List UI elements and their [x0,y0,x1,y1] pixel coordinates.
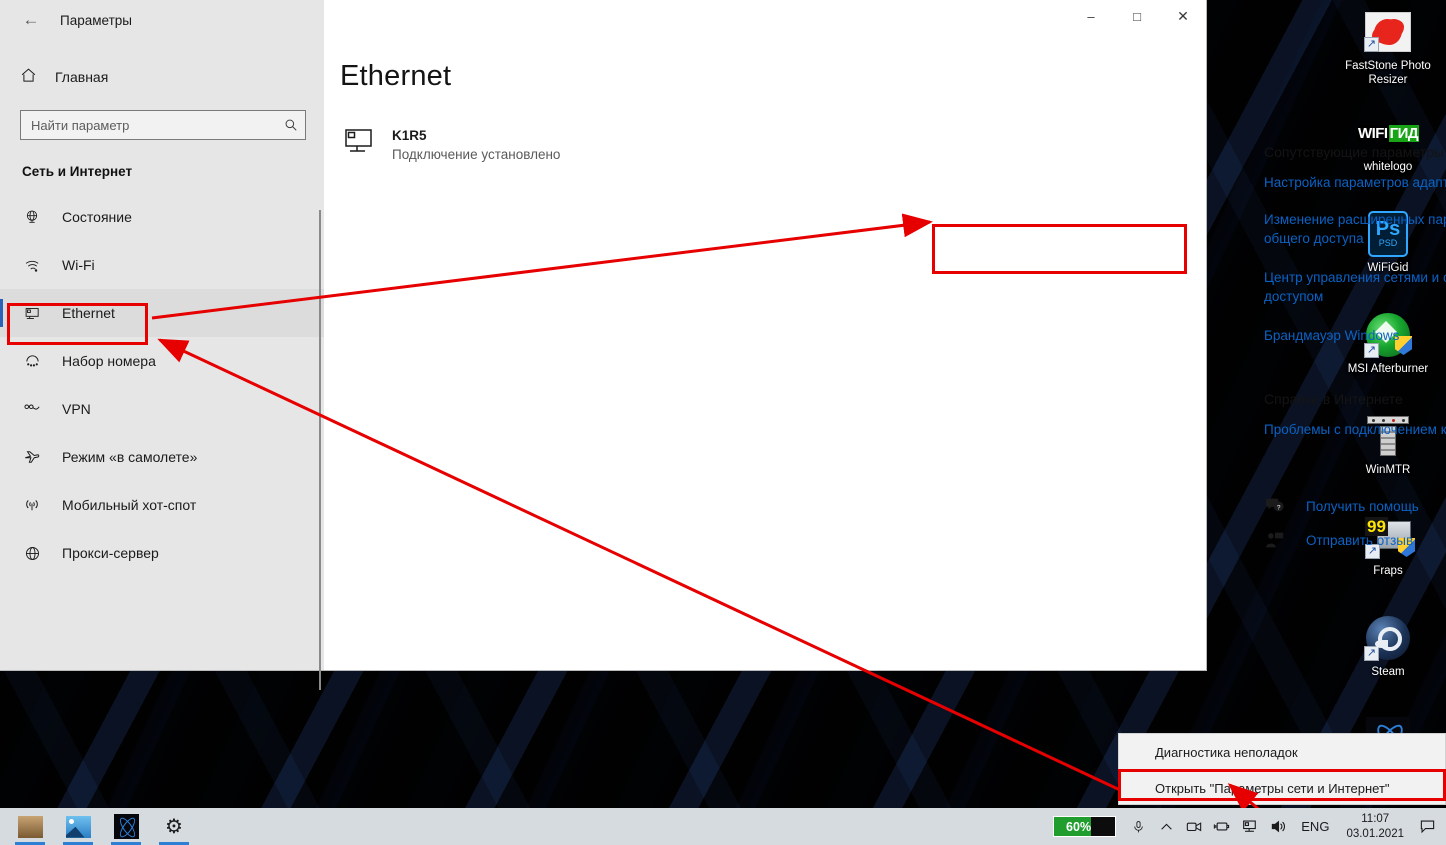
highlight-box-ethernet-item [7,303,148,345]
network-ethernet-icon[interactable] [1236,808,1264,845]
search-box[interactable] [20,110,306,140]
photos-taskbar-icon [65,814,91,839]
show-hidden-icons-chevron[interactable] [1152,808,1180,845]
vpn-icon [22,400,42,418]
battery-plug-icon[interactable] [1208,808,1236,845]
screen: ↗ FastStone Photo Resizer WIFI ГИД whitel… [0,0,1446,845]
wifi-icon [22,257,42,274]
settings-content: Ethernet K1R5 Подключение установлено Со… [324,40,1446,670]
question-bubble-icon: ? [1264,495,1286,517]
highlight-box-open-network-settings [1118,769,1446,801]
desktop-icon-label: FastStone Photo Resizer [1345,60,1431,86]
connection-name: K1R5 [392,128,427,143]
ethernet-monitor-icon [344,127,376,157]
action-get-help[interactable]: ? Получить помощь [1264,495,1446,517]
desktop-icon-faststone[interactable]: ↗ FastStone Photo Resizer [1331,2,1445,103]
sidebar-item-label: VPN [62,401,91,417]
sidebar-item-wifi[interactable]: Wi-Fi [0,241,324,289]
sidebar-item-label: Режим «в самолете» [62,449,198,465]
feedback-person-icon [1264,529,1286,551]
search-icon[interactable] [277,118,305,132]
link-network-sharing-center[interactable]: Центр управления сетями и общим доступом [1264,268,1446,306]
connection-status: Подключение установлено [392,147,561,162]
airplane-icon [22,448,42,466]
action-label: Получить помощь [1306,498,1419,514]
related-settings-pane: Сопутствующие параметры Настройка параме… [1264,144,1446,563]
taskbar-item-atom[interactable] [102,808,150,845]
sidebar-scrollbar[interactable] [319,210,321,690]
volume-icon[interactable] [1264,808,1292,845]
sidebar-item-label: Состояние [62,209,132,225]
sidebar-item-label: Набор номера [62,353,156,369]
steam-icon: ↗ [1364,614,1412,662]
faststone-photo-resizer-icon: ↗ [1364,8,1412,56]
faststone-taskbar-icon [17,814,43,839]
sidebar-item-home[interactable]: Главная [0,60,324,94]
link-windows-firewall[interactable]: Брандмауэр Windows [1264,326,1446,345]
page-title: Ethernet [340,60,452,92]
related-settings-heading: Сопутствующие параметры [1264,144,1444,160]
link-adapter-settings[interactable]: Настройка параметров адаптера [1264,173,1446,192]
sidebar-item-proxy[interactable]: Прокси-сервер [0,529,324,577]
link-advanced-sharing[interactable]: Изменение расширенных параметров общего … [1264,210,1446,248]
taskbar-apps: ⚙ [0,808,198,845]
taskbar: ⚙ 60% ENG 11:07 03.01.2021 [0,808,1446,845]
svg-text:?: ? [1277,504,1281,511]
dialup-icon [22,353,42,370]
sidebar-item-airplane[interactable]: Режим «в самолете» [0,433,324,481]
sidebar-item-hotspot[interactable]: Мобильный хот-спот [0,481,324,529]
language-indicator[interactable]: ENG [1292,819,1338,834]
back-arrow-icon[interactable]: ← [8,4,54,36]
sidebar-item-vpn[interactable]: VPN [0,385,324,433]
connection-row[interactable]: K1R5 Подключение установлено [324,93,1206,164]
search-area [0,94,324,140]
window-title: Параметры [60,12,132,28]
settings-window: ← Параметры – □ ✕ Главная Найти параметр… [0,0,1446,690]
sidebar-item-label: Прокси-сервер [62,545,159,561]
desktop-icon-label: Steam [1371,666,1405,678]
globe-status-icon [22,209,42,225]
settings-sidebar: Главная Сеть и Интернет [0,40,324,690]
sidebar-home-label: Главная [55,69,109,85]
clock-time: 11:07 [1361,812,1390,825]
highlight-box-network-sharing-center [932,224,1187,274]
sidebar-item-status[interactable]: Состояние [0,193,324,241]
taskbar-item-faststone[interactable] [6,808,54,845]
action-send-feedback[interactable]: Отправить отзыв [1264,529,1446,551]
action-label: Отправить отзыв [1306,532,1414,548]
link-network-problems[interactable]: Проблемы с подключением к сети [1264,420,1446,439]
system-tray: 60% ENG 11:07 03.01.2021 [1053,808,1446,845]
battery-percent-label: 60% [1066,819,1092,834]
camera-icon[interactable] [1180,808,1208,845]
maximize-button[interactable]: □ [1114,0,1160,32]
online-help-heading: Справка в Интернете [1264,391,1403,407]
close-button[interactable]: ✕ [1160,0,1206,32]
menu-item-troubleshoot[interactable]: Диагностика неполадок [1119,734,1445,770]
clock-date: 03.01.2021 [1346,827,1404,840]
desktop-icon-label: Fraps [1373,565,1403,577]
sidebar-category-title: Сеть и Интернет [22,164,133,179]
proxy-globe-icon [22,545,42,562]
settings-gear-icon: ⚙ [165,816,183,838]
taskbar-item-settings[interactable]: ⚙ [150,808,198,845]
sidebar-item-label: Wi-Fi [62,257,95,273]
window-title-bar: ← Параметры – □ ✕ [0,0,1206,40]
window-body: Главная Сеть и Интернет [0,40,1446,690]
battery-percent-indicator[interactable]: 60% [1053,816,1117,837]
sidebar-nav: Состояние Wi-Fi Ethernet Набор номера VP… [0,193,324,577]
microphone-icon[interactable] [1124,808,1152,845]
hotspot-icon [22,496,42,514]
taskbar-item-photos[interactable] [54,808,102,845]
home-icon [20,67,37,87]
minimize-button[interactable]: – [1068,0,1114,32]
clock[interactable]: 11:07 03.01.2021 [1338,812,1412,842]
search-input[interactable] [21,117,277,133]
atom-launcher-icon [113,814,139,839]
desktop-icon-steam[interactable]: ↗ Steam [1331,608,1445,709]
sidebar-item-label: Мобильный хот-спот [62,497,197,513]
notification-icon[interactable] [1412,808,1442,845]
